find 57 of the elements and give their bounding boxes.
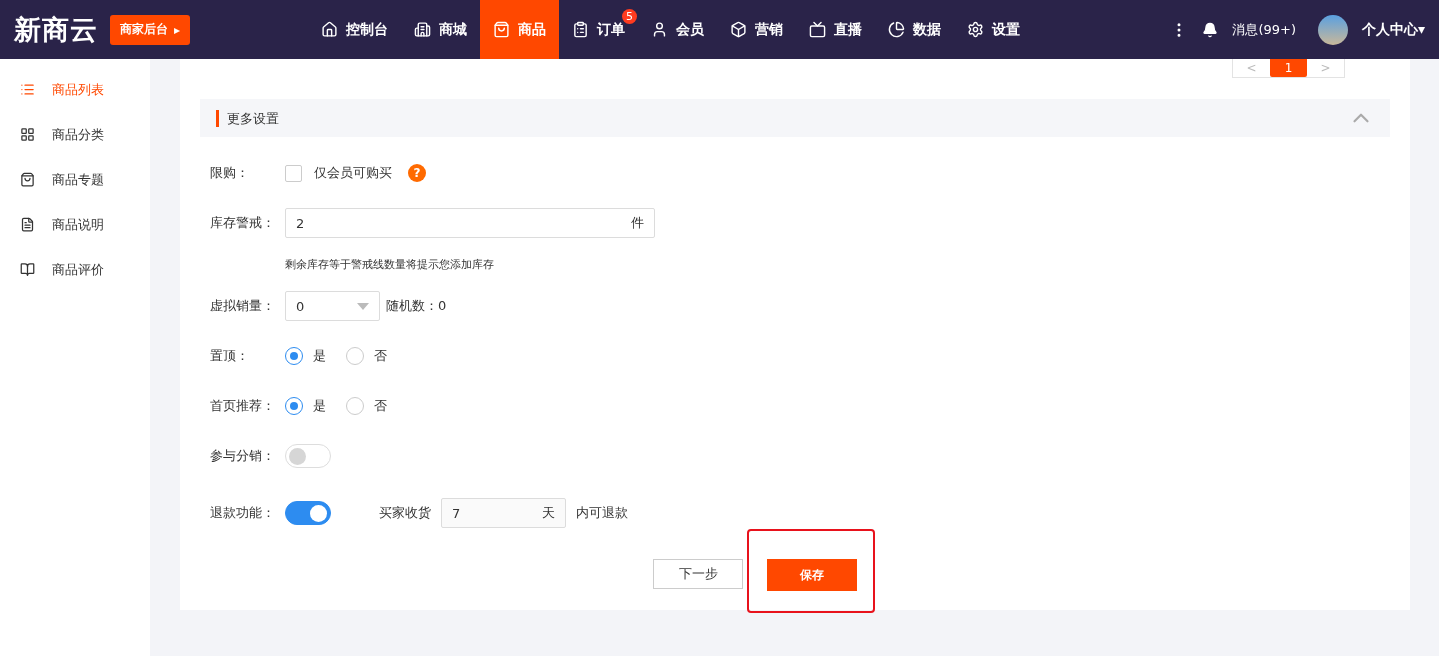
radio-label: 是	[313, 397, 326, 415]
home-icon	[321, 21, 339, 38]
nav-tab[interactable]: 直播	[796, 0, 876, 59]
bag-icon	[20, 172, 35, 187]
nav-tab[interactable]: 设置	[954, 0, 1034, 59]
radio-label: 否	[374, 347, 387, 365]
sidebar-item[interactable]: 商品列表	[0, 67, 150, 112]
field-label: 置顶：	[210, 347, 250, 365]
hint-text: 剩余库存等于警戒线数量将提示您添加库存	[285, 257, 495, 272]
field-label: 虚拟销量：	[210, 297, 276, 315]
sidebar-item[interactable]: 商品评价	[0, 247, 150, 292]
book-icon	[20, 262, 35, 277]
bell-icon[interactable]	[1202, 21, 1219, 38]
field-label: 首页推荐：	[210, 397, 276, 415]
pie-chart-icon	[888, 21, 906, 38]
bag-icon	[493, 21, 511, 38]
dropdown-caret-icon	[357, 302, 369, 310]
list-icon	[20, 82, 35, 97]
radio-label: 是	[313, 347, 326, 365]
sidebar-item[interactable]: 商品说明	[0, 202, 150, 247]
field-label: 参与分销：	[210, 447, 276, 465]
nav-tab[interactable]: 数据	[875, 0, 955, 59]
section-title: 更多设置	[216, 109, 279, 127]
document-icon	[20, 217, 35, 232]
nav-tab[interactable]: 订单 5	[559, 0, 639, 59]
settings-icon	[967, 21, 985, 38]
field-label: 库存警戒：	[210, 214, 276, 232]
nav-tab[interactable]: 商城	[401, 0, 481, 59]
random-label: 随机数：0	[386, 297, 447, 315]
building-icon	[414, 21, 432, 38]
messages-link[interactable]: 消息(99+)	[1232, 20, 1296, 39]
sidebar-item[interactable]: 商品分类	[0, 112, 150, 157]
input-field[interactable]: 2 件	[285, 208, 655, 238]
nav-tab[interactable]: 控制台	[308, 0, 402, 59]
radio-label: 否	[374, 397, 387, 415]
input-field[interactable]: 7 天	[441, 498, 566, 528]
nav-tab[interactable]: 会员	[638, 0, 718, 59]
checkbox[interactable]	[285, 164, 302, 182]
cube-icon	[730, 21, 748, 38]
field-label: 限购：	[210, 164, 250, 182]
select-field[interactable]: 0	[285, 291, 380, 321]
toggle-switch[interactable]	[285, 501, 331, 525]
section-header[interactable]: 更多设置	[200, 99, 1390, 137]
clipboard-icon	[572, 21, 590, 38]
field-suffix: 内可退款	[576, 504, 628, 522]
count-badge: 5	[622, 9, 638, 24]
next-step-button[interactable]: 下一步	[653, 559, 743, 589]
field-label: 退款功能：	[210, 504, 276, 522]
tv-icon	[809, 21, 827, 38]
nav-tab[interactable]: 营销	[717, 0, 797, 59]
logo: 新商云	[14, 12, 98, 47]
sidebar-item[interactable]: 商品专题	[0, 157, 150, 202]
grid-icon	[20, 127, 35, 142]
checkbox-label: 仅会员可购买	[314, 164, 392, 182]
field-label: 买家收货	[379, 504, 431, 522]
avatar[interactable]	[1317, 14, 1348, 45]
user-menu[interactable]: 个人中心▾	[1361, 20, 1425, 39]
